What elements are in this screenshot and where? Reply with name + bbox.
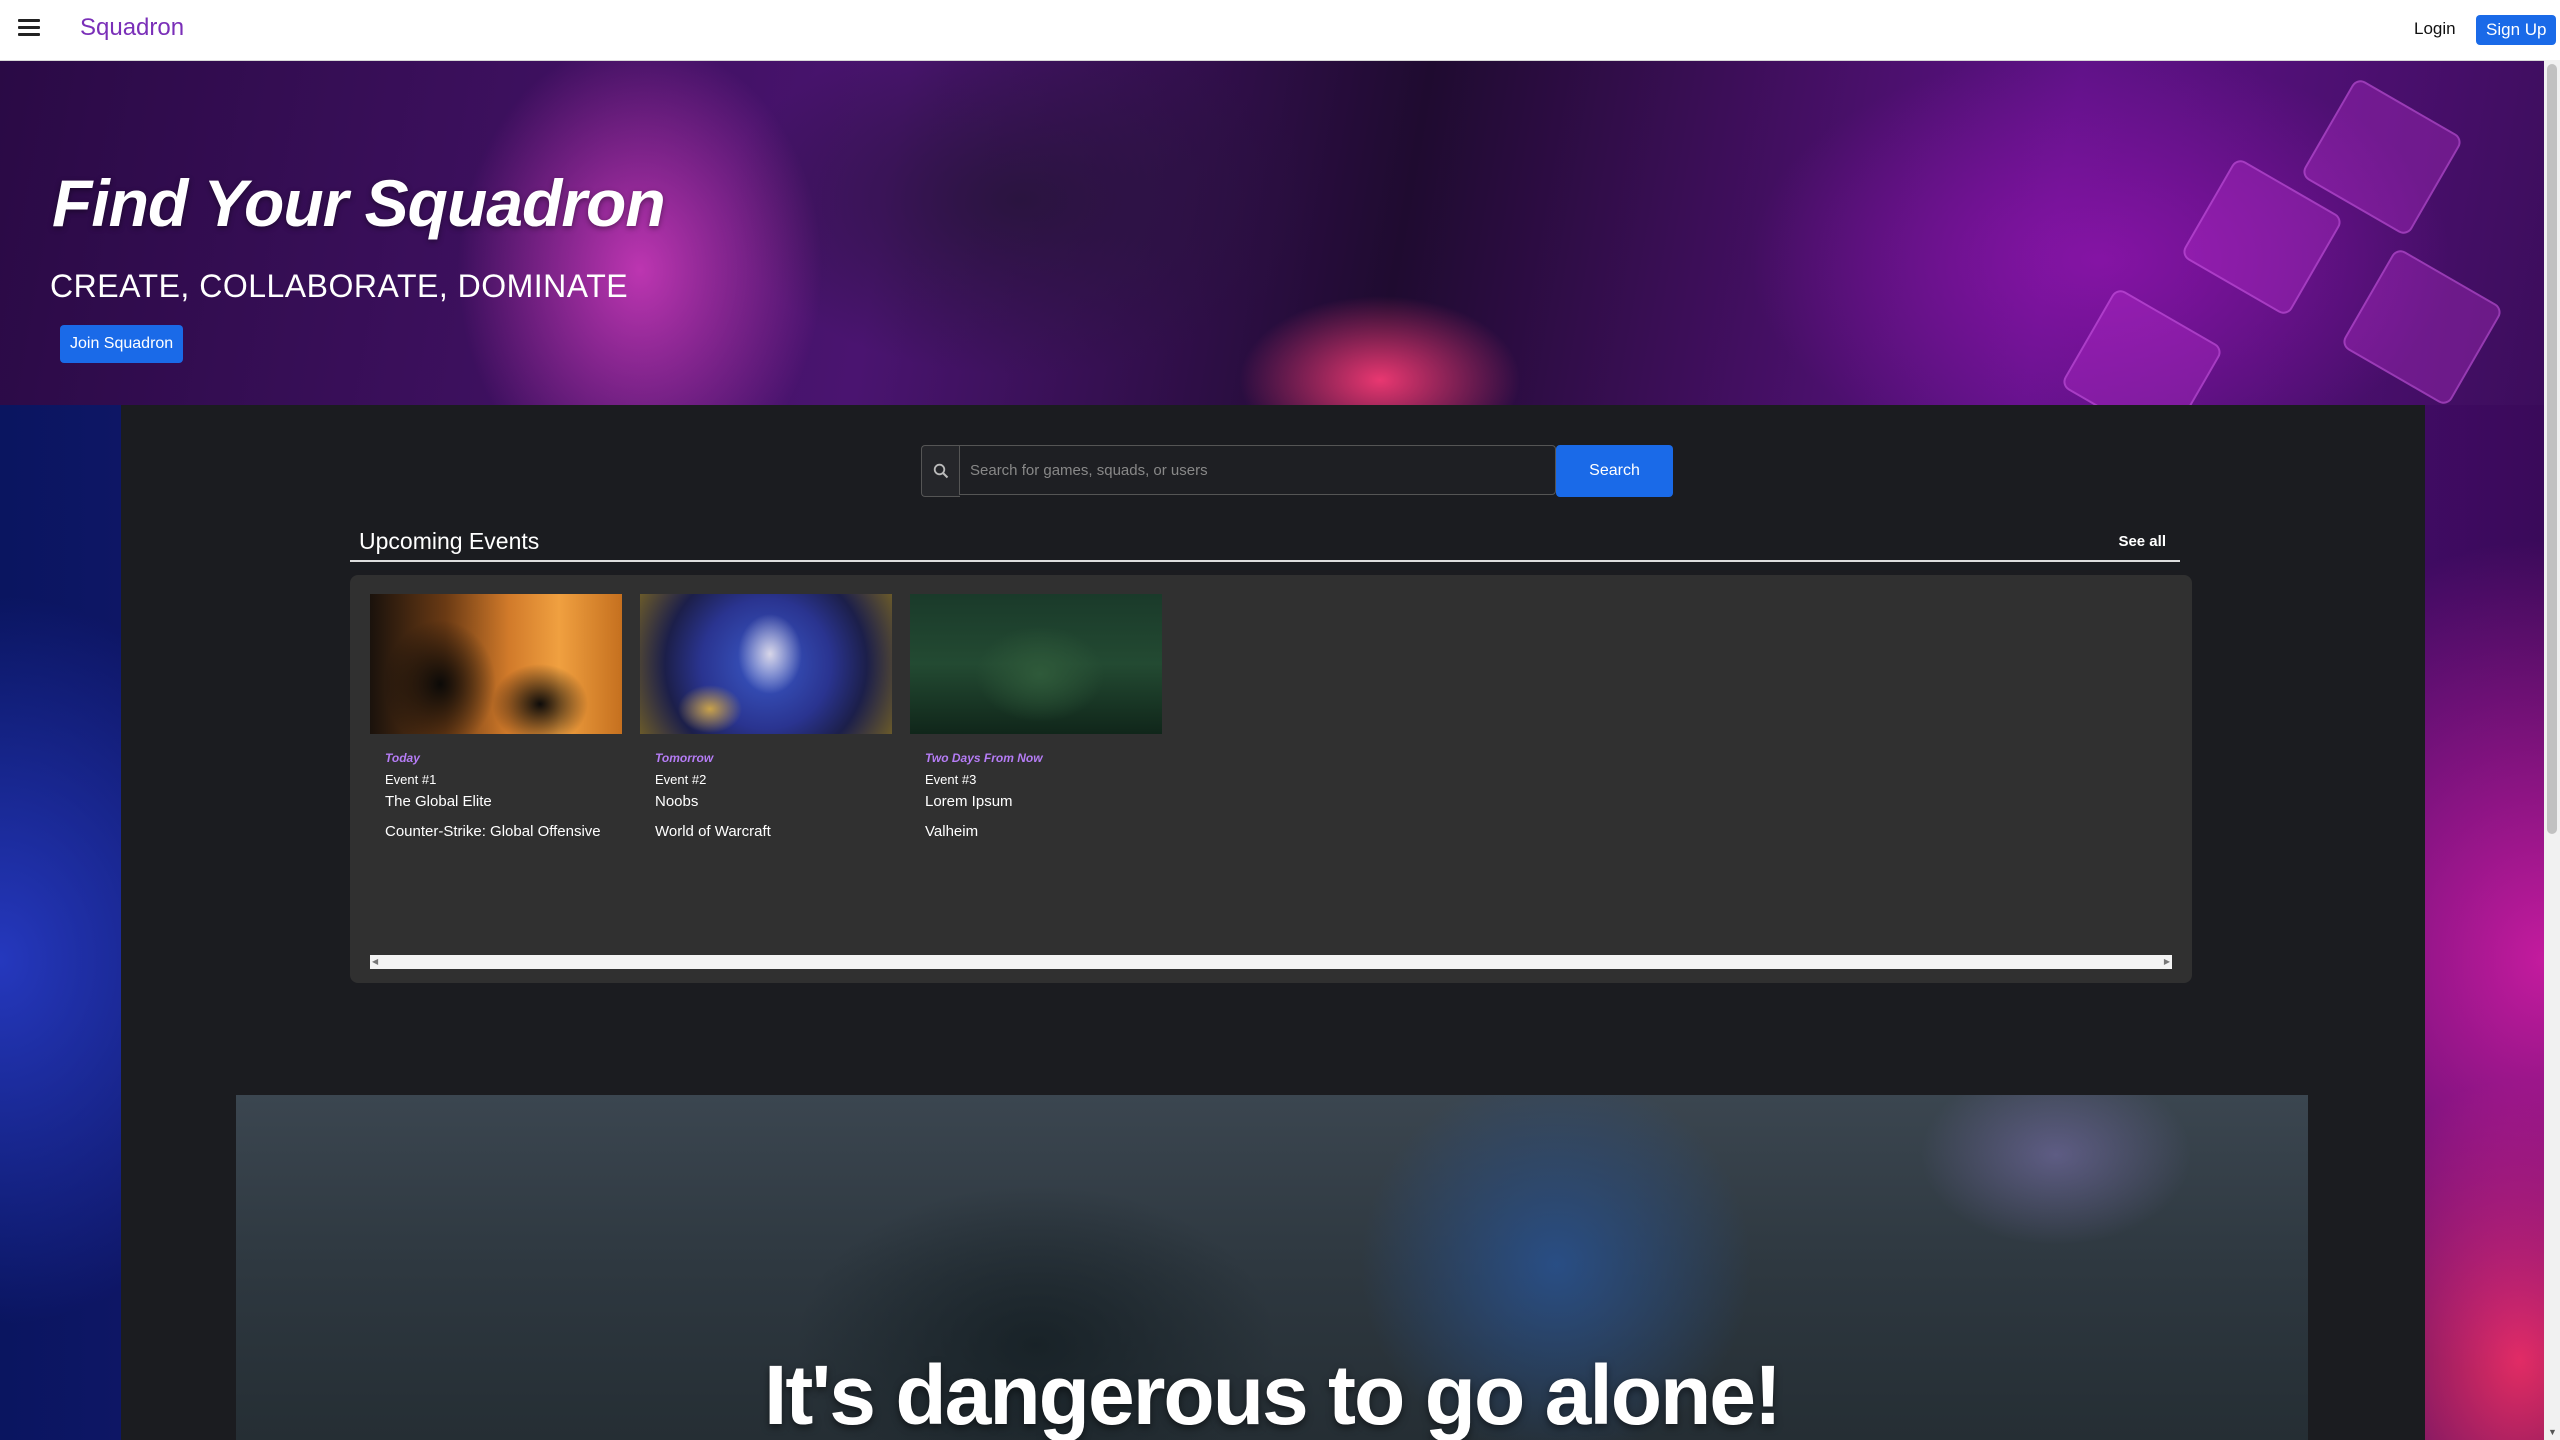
scroll-left-arrow-icon[interactable]: ◀ bbox=[372, 957, 378, 966]
event-date: Two Days From Now bbox=[925, 751, 1043, 765]
page-scrollbar[interactable]: ▼ bbox=[2544, 60, 2560, 1440]
event-thumbnail bbox=[910, 594, 1162, 734]
search-icon bbox=[921, 445, 960, 497]
event-number: Event #3 bbox=[925, 772, 977, 787]
promo-banner: It's dangerous to go alone! bbox=[236, 1095, 2308, 1440]
top-navbar: Squadron Login Sign Up bbox=[0, 0, 2560, 61]
banner-title: It's dangerous to go alone! bbox=[763, 1348, 1782, 1440]
scroll-down-arrow-icon[interactable]: ▼ bbox=[2548, 1427, 2557, 1437]
event-card[interactable]: Today Event #1 The Global Elite Counter-… bbox=[370, 594, 622, 840]
upcoming-events-header: Upcoming Events See all bbox=[350, 525, 2180, 562]
search-bar bbox=[921, 445, 1556, 497]
event-name: The Global Elite bbox=[385, 793, 492, 810]
brand-logo-text[interactable]: Squadron bbox=[80, 14, 184, 42]
event-game: Counter-Strike: Global Offensive bbox=[385, 823, 601, 840]
login-link[interactable]: Login bbox=[2414, 19, 2456, 39]
event-thumbnail bbox=[640, 594, 892, 734]
scroll-right-arrow-icon[interactable]: ▶ bbox=[2164, 957, 2170, 966]
event-game: Valheim bbox=[925, 823, 979, 840]
event-game: World of Warcraft bbox=[655, 823, 771, 840]
hamburger-menu-icon[interactable] bbox=[18, 19, 40, 37]
search-input[interactable] bbox=[959, 445, 1556, 495]
signup-button[interactable]: Sign Up bbox=[2476, 15, 2557, 45]
event-card[interactable]: Tomorrow Event #2 Noobs World of Warcraf… bbox=[640, 594, 892, 840]
join-squadron-button[interactable]: Join Squadron bbox=[60, 325, 184, 363]
see-all-link[interactable]: See all bbox=[2118, 533, 2166, 550]
event-name: Noobs bbox=[655, 793, 699, 810]
carousel-scrollbar[interactable]: ◀ ▶ bbox=[370, 955, 2172, 969]
event-number: Event #2 bbox=[655, 772, 707, 787]
hero-section: Find Your Squadron CREATE, COLLABORATE, … bbox=[0, 60, 2544, 405]
event-name: Lorem Ipsum bbox=[925, 793, 1013, 810]
search-button[interactable]: Search bbox=[1556, 445, 1673, 497]
event-number: Event #1 bbox=[385, 772, 437, 787]
event-date: Tomorrow bbox=[655, 751, 714, 765]
hero-title: Find Your Squadron bbox=[52, 166, 666, 240]
upcoming-events-title: Upcoming Events bbox=[359, 528, 540, 554]
event-card[interactable]: Two Days From Now Event #3 Lorem Ipsum V… bbox=[910, 594, 1162, 840]
event-date: Today bbox=[385, 751, 420, 765]
hero-subtitle: CREATE, COLLABORATE, DOMINATE bbox=[50, 268, 629, 304]
scrollbar-thumb[interactable] bbox=[2547, 64, 2557, 834]
events-carousel: Today Event #1 The Global Elite Counter-… bbox=[350, 575, 2192, 983]
event-thumbnail bbox=[370, 594, 622, 734]
